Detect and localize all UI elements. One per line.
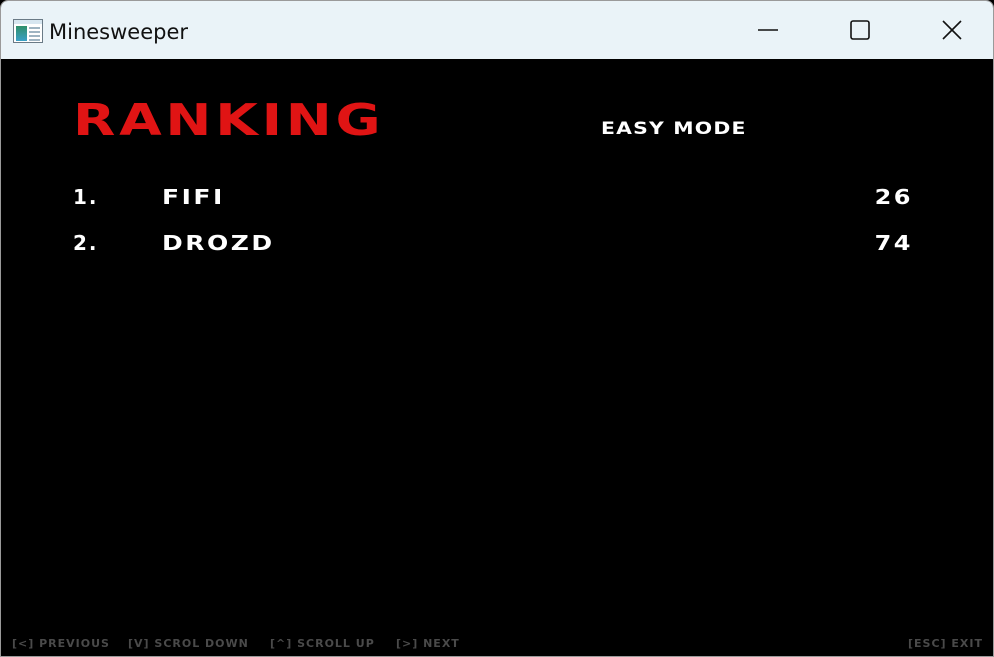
ranking-row: 1. FIFI 26 (1, 185, 993, 215)
app-window: Minesweeper RANKING EASY MODE 1. FIFI 26 (0, 0, 994, 657)
maximize-icon (850, 20, 870, 40)
difficulty-mode-label: EASY MODE (601, 119, 747, 139)
previous-hint[interactable]: [<] PREVIOUS (12, 637, 110, 651)
minimize-icon (758, 29, 778, 31)
maximize-button[interactable] (813, 1, 907, 59)
next-hint[interactable]: [>] NEXT (396, 637, 460, 651)
scroll-up-hint[interactable]: [^] SCROLL UP (270, 637, 375, 651)
ranking-screen: RANKING EASY MODE 1. FIFI 26 2. DROZD 74… (1, 59, 993, 656)
player-score: 74 (874, 231, 913, 255)
player-score: 26 (874, 185, 913, 209)
ranking-heading: RANKING (73, 95, 385, 146)
exit-hint[interactable]: [ESC] EXIT (908, 637, 983, 651)
scroll-down-hint[interactable]: [V] SCROL DOWN (128, 637, 249, 651)
close-icon (942, 20, 962, 40)
window-title: Minesweeper (49, 20, 189, 44)
rank-number: 2. (73, 231, 99, 255)
ranking-row: 2. DROZD 74 (1, 231, 993, 261)
rank-number: 1. (73, 185, 99, 209)
close-button[interactable] (905, 1, 993, 59)
player-name: DROZD (162, 231, 275, 255)
player-name: FIFI (162, 185, 225, 209)
title-bar[interactable]: Minesweeper (1, 1, 993, 59)
app-window-icon (13, 19, 43, 43)
minimize-button[interactable] (721, 1, 815, 59)
